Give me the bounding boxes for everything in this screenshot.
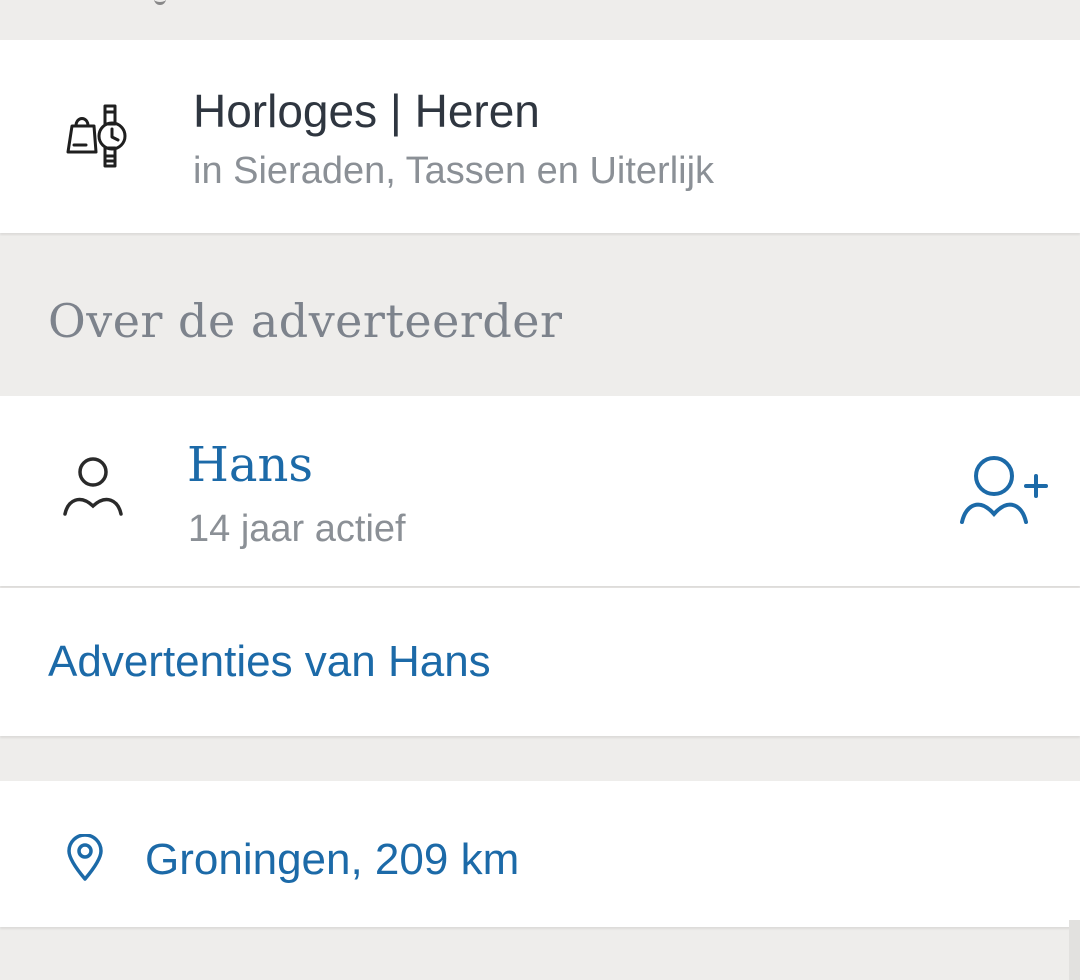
- advertiser-ads-link[interactable]: Advertenties van Hans: [48, 637, 491, 687]
- add-user-icon[interactable]: [956, 452, 1050, 528]
- category-title: Horloges | Heren: [193, 85, 540, 137]
- location-pin-icon: [67, 834, 103, 881]
- watch-and-bag-icon: [66, 104, 127, 168]
- scroll-edge: [1069, 920, 1080, 980]
- user-icon: [63, 457, 123, 516]
- category-subtitle: in Sieraden, Tassen en Uiterlijk: [193, 150, 715, 192]
- advertiser-section-title: Over de adverteerder: [48, 294, 563, 348]
- advertiser-name[interactable]: Hans: [187, 437, 313, 493]
- top-strip: [0, 0, 1080, 40]
- cut-off-glyph: [154, 0, 166, 5]
- advertiser-card[interactable]: [0, 396, 1080, 586]
- advertiser-active-since: 14 jaar actief: [188, 508, 406, 550]
- category-card[interactable]: [0, 40, 1080, 233]
- location-label[interactable]: Groningen, 209 km: [145, 835, 519, 885]
- listing-detail-page: Horloges | Heren in Sieraden, Tassen en …: [0, 0, 1080, 980]
